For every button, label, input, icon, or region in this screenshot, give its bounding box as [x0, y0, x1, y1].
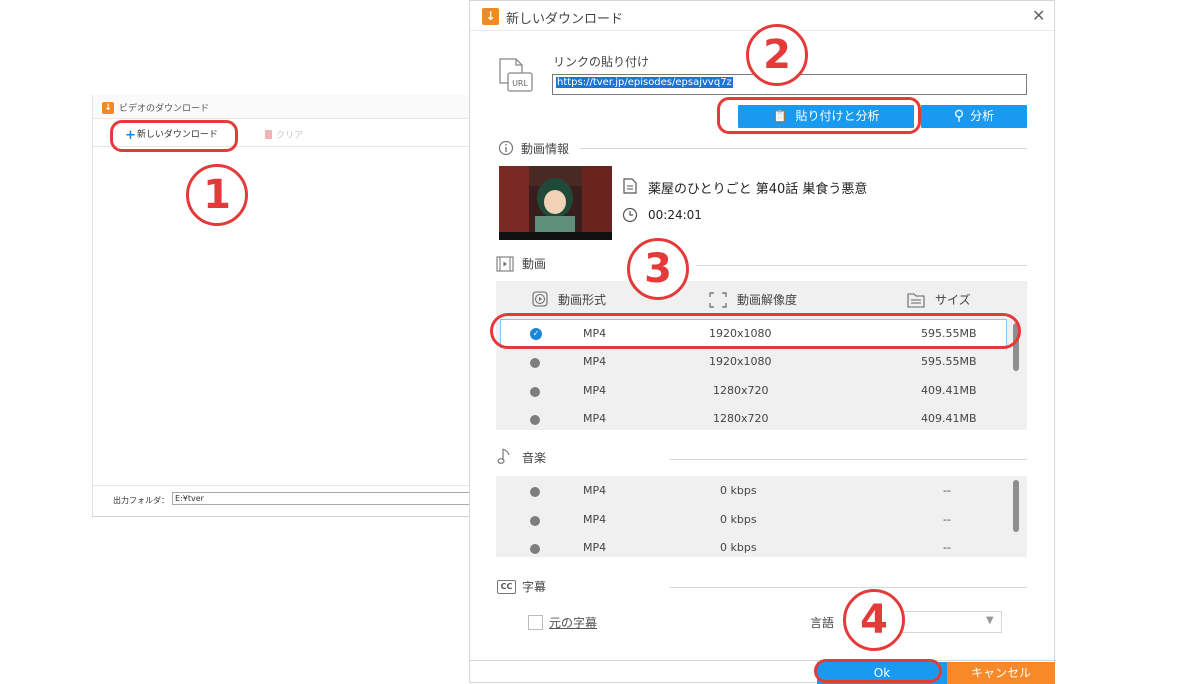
video-duration: 00:24:01 [648, 208, 702, 222]
dialog-title: 新しいダウンロード [506, 12, 624, 27]
video-section-divider [696, 265, 1027, 266]
video-row-format: MP4 [583, 355, 607, 368]
video-size-header: サイズ [935, 293, 971, 307]
annotation-highlight-paste-analyze [717, 97, 921, 134]
output-folder-field[interactable]: E:¥tver [172, 492, 471, 505]
url-icon-text: URL [512, 79, 528, 88]
video-row-3[interactable]: MP4 1280x720 409.41MB [500, 377, 1007, 406]
window-title: ビデオのダウンロード [119, 104, 210, 114]
analyze-button[interactable]: ⚲ 分析 [921, 105, 1027, 128]
music-row-3[interactable]: MP4 0 kbps -- [500, 535, 1007, 557]
annotation-highlight-ok [814, 659, 942, 683]
paste-link-label: リンクの貼り付け [553, 55, 650, 69]
radio-dot-icon [530, 415, 540, 425]
video-thumbnail [499, 166, 612, 240]
video-row-resolution: 1280x720 [713, 384, 769, 397]
close-icon[interactable]: ✕ [1032, 6, 1045, 25]
video-info-divider [580, 148, 1027, 149]
output-folder-label: 出力フォルダ： [113, 496, 169, 505]
chevron-down-icon: ▼ [986, 615, 994, 626]
video-row-format: MP4 [583, 384, 607, 397]
url-value: https://tver.jp/episodes/epsajvvq7z [556, 77, 733, 88]
video-row-format: MP4 [583, 412, 607, 425]
video-row-size: 595.55MB [921, 355, 977, 368]
annotation-step-4: 4 [843, 589, 905, 651]
music-row-2[interactable]: MP4 0 kbps -- [500, 506, 1007, 535]
document-icon [623, 178, 637, 194]
subtitle-section-label: 字幕 [522, 580, 547, 594]
cc-icon: CC [497, 580, 516, 594]
video-row-size: 409.41MB [921, 384, 977, 397]
radio-dot-icon [530, 544, 540, 554]
video-resolution-header: 動画解像度 [737, 293, 798, 307]
footer-divider [470, 660, 1056, 661]
video-row-resolution: 1920x1080 [709, 355, 772, 368]
music-section-label: 音楽 [522, 451, 547, 465]
music-row-format: MP4 [583, 541, 607, 554]
clear-label: クリア [276, 131, 304, 141]
play-circle-icon [532, 291, 548, 307]
music-row-bitrate: 0 kbps [720, 484, 757, 497]
video-section-label: 動画 [522, 257, 547, 271]
clear-button[interactable]: クリア [265, 128, 303, 141]
radio-dot-icon [530, 516, 540, 526]
search-icon: ⚲ [953, 108, 965, 124]
clock-icon [622, 207, 638, 223]
video-info-label: 動画情報 [521, 142, 570, 156]
dialog-download-icon: ↓ [482, 8, 499, 25]
annotation-highlight-video-row [490, 313, 1021, 349]
analyze-label: 分析 [970, 109, 995, 123]
video-row-4[interactable]: MP4 1280x720 409.41MB [500, 406, 1007, 430]
video-row-size: 409.41MB [921, 412, 977, 425]
music-row-1[interactable]: MP4 0 kbps -- [500, 477, 1007, 506]
annotation-highlight-new-download [110, 120, 238, 152]
original-subtitle-label[interactable]: 元の字幕 [549, 614, 597, 631]
language-label: 言語 [810, 616, 835, 630]
resolution-icon [709, 292, 727, 308]
music-list-scrollbar[interactable] [1013, 480, 1019, 532]
music-row-bitrate: 0 kbps [720, 541, 757, 554]
background-window: ↓ ビデオのダウンロード +新しいダウンロード クリア 出力フォルダ： E:¥t… [92, 95, 471, 517]
music-section-divider [670, 459, 1027, 460]
radio-dot-icon [530, 358, 540, 368]
folder-file-icon [907, 293, 925, 308]
music-row-bitrate: 0 kbps [720, 513, 757, 526]
music-row-size: -- [943, 541, 951, 554]
info-icon [498, 140, 514, 156]
annotation-step-2: 2 [746, 24, 808, 86]
trash-icon [265, 130, 272, 139]
video-title: 薬屋のひとりごと 第40話 巣食う悪意 [648, 182, 868, 197]
annotation-step-1: 1 [186, 164, 248, 226]
music-row-size: -- [943, 484, 951, 497]
music-note-icon [497, 448, 510, 464]
original-subtitle-checkbox[interactable] [528, 615, 543, 630]
annotation-step-3: 3 [627, 238, 689, 300]
video-row-2[interactable]: MP4 1920x1080 595.55MB [500, 348, 1007, 377]
music-row-format: MP4 [583, 513, 607, 526]
cancel-button[interactable]: キャンセル [947, 662, 1055, 684]
url-file-icon: URL [499, 58, 533, 92]
radio-dot-icon [530, 387, 540, 397]
subtitle-section-divider [670, 587, 1027, 588]
music-row-format: MP4 [583, 484, 607, 497]
music-row-size: -- [943, 513, 951, 526]
app-download-icon: ↓ [102, 102, 114, 114]
video-row-resolution: 1280x720 [713, 412, 769, 425]
video-format-header: 動画形式 [558, 293, 607, 307]
film-icon [496, 256, 514, 272]
radio-dot-icon [530, 487, 540, 497]
